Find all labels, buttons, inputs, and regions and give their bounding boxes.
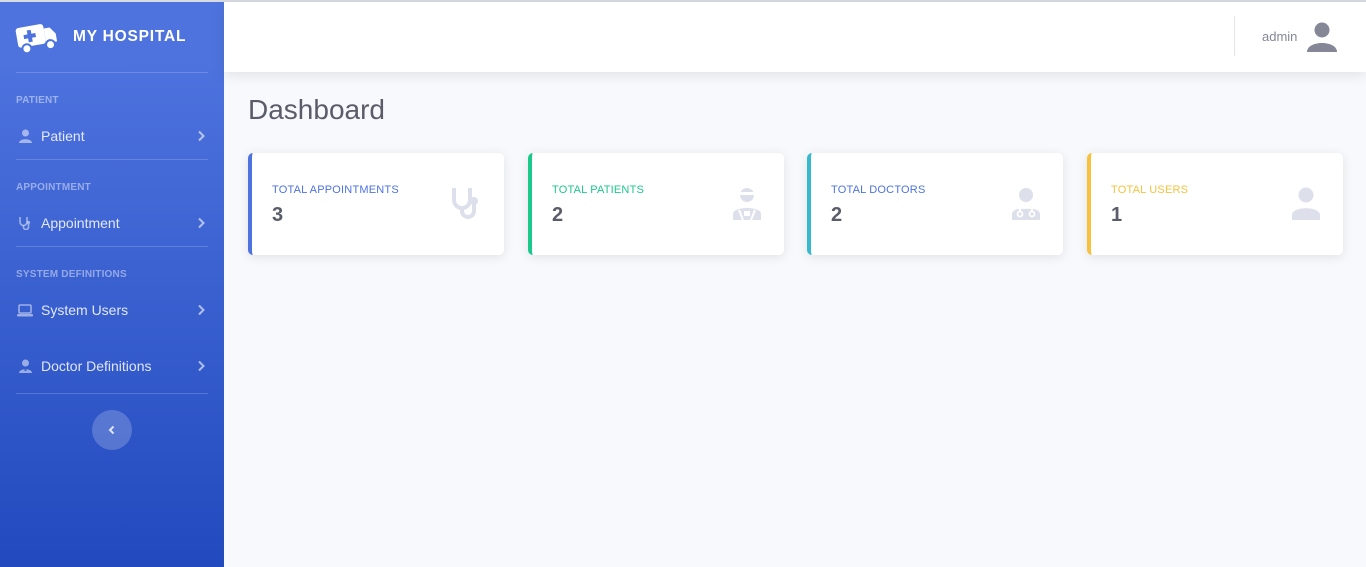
card-total-users[interactable]: TOTAL USERS 1 — [1087, 153, 1343, 255]
sidebar-toggle-wrap — [0, 394, 224, 450]
card-total-doctors[interactable]: TOTAL DOCTORS 2 — [807, 153, 1063, 255]
chevron-right-icon — [198, 304, 205, 316]
card-label: TOTAL PATIENTS — [552, 184, 645, 196]
card-value: 1 — [1111, 204, 1123, 226]
card-total-appointments[interactable]: TOTAL APPOINTMENTS 3 — [248, 153, 504, 255]
section-heading-patient: PATIENT — [16, 95, 59, 106]
user-name[interactable]: admin — [1262, 29, 1297, 44]
sidebar-item-doctor-definitions[interactable]: Doctor Definitions — [0, 343, 224, 389]
stethoscope-icon — [452, 188, 478, 219]
brand[interactable]: MY HOSPITAL — [0, 2, 224, 72]
sidebar-item-patient[interactable]: Patient — [0, 113, 224, 159]
card-value: 2 — [831, 204, 843, 226]
user-icon — [1292, 187, 1320, 220]
sidebar-item-label: Patient — [41, 128, 85, 144]
stethoscope-icon — [17, 215, 33, 231]
brand-title: MY HOSPITAL — [73, 28, 187, 45]
card-value: 3 — [272, 204, 284, 226]
chevron-left-icon — [108, 425, 115, 435]
card-total-patients[interactable]: TOTAL PATIENTS 2 — [528, 153, 784, 255]
sidebar-item-label: System Users — [41, 302, 129, 318]
laptop-icon — [17, 302, 33, 318]
sidebar-toggle-button[interactable] — [92, 410, 132, 450]
user-doctor-icon — [17, 358, 33, 374]
page-title: Dashboard — [248, 94, 385, 125]
chevron-right-icon — [198, 360, 205, 372]
chevron-right-icon — [198, 130, 205, 142]
card-value: 2 — [552, 204, 564, 226]
section-heading-appointment: APPOINTMENT — [16, 182, 91, 193]
topbar: admin — [224, 2, 1366, 72]
chevron-right-icon — [198, 217, 205, 229]
sidebar-item-appointment[interactable]: Appointment — [0, 200, 224, 246]
card-label: TOTAL USERS — [1111, 184, 1189, 196]
section-heading-system-definitions: SYSTEM DEFINITIONS — [16, 269, 127, 280]
topbar-divider — [1234, 16, 1235, 56]
sidebar-item-label: Appointment — [41, 215, 120, 231]
card-label: TOTAL DOCTORS — [831, 184, 926, 196]
ambulance-icon — [15, 24, 58, 55]
card-label: TOTAL APPOINTMENTS — [272, 184, 399, 196]
user-icon — [17, 128, 33, 144]
user-avatar-icon[interactable] — [1306, 20, 1338, 52]
user-doctor-icon — [1012, 188, 1040, 220]
sidebar-item-label: Doctor Definitions — [41, 358, 152, 374]
sidebar: MY HOSPITAL PATIENT Patient APPOINTMENT … — [0, 2, 224, 567]
sidebar-item-system-users[interactable]: System Users — [0, 287, 224, 333]
user-injured-icon — [733, 188, 761, 220]
